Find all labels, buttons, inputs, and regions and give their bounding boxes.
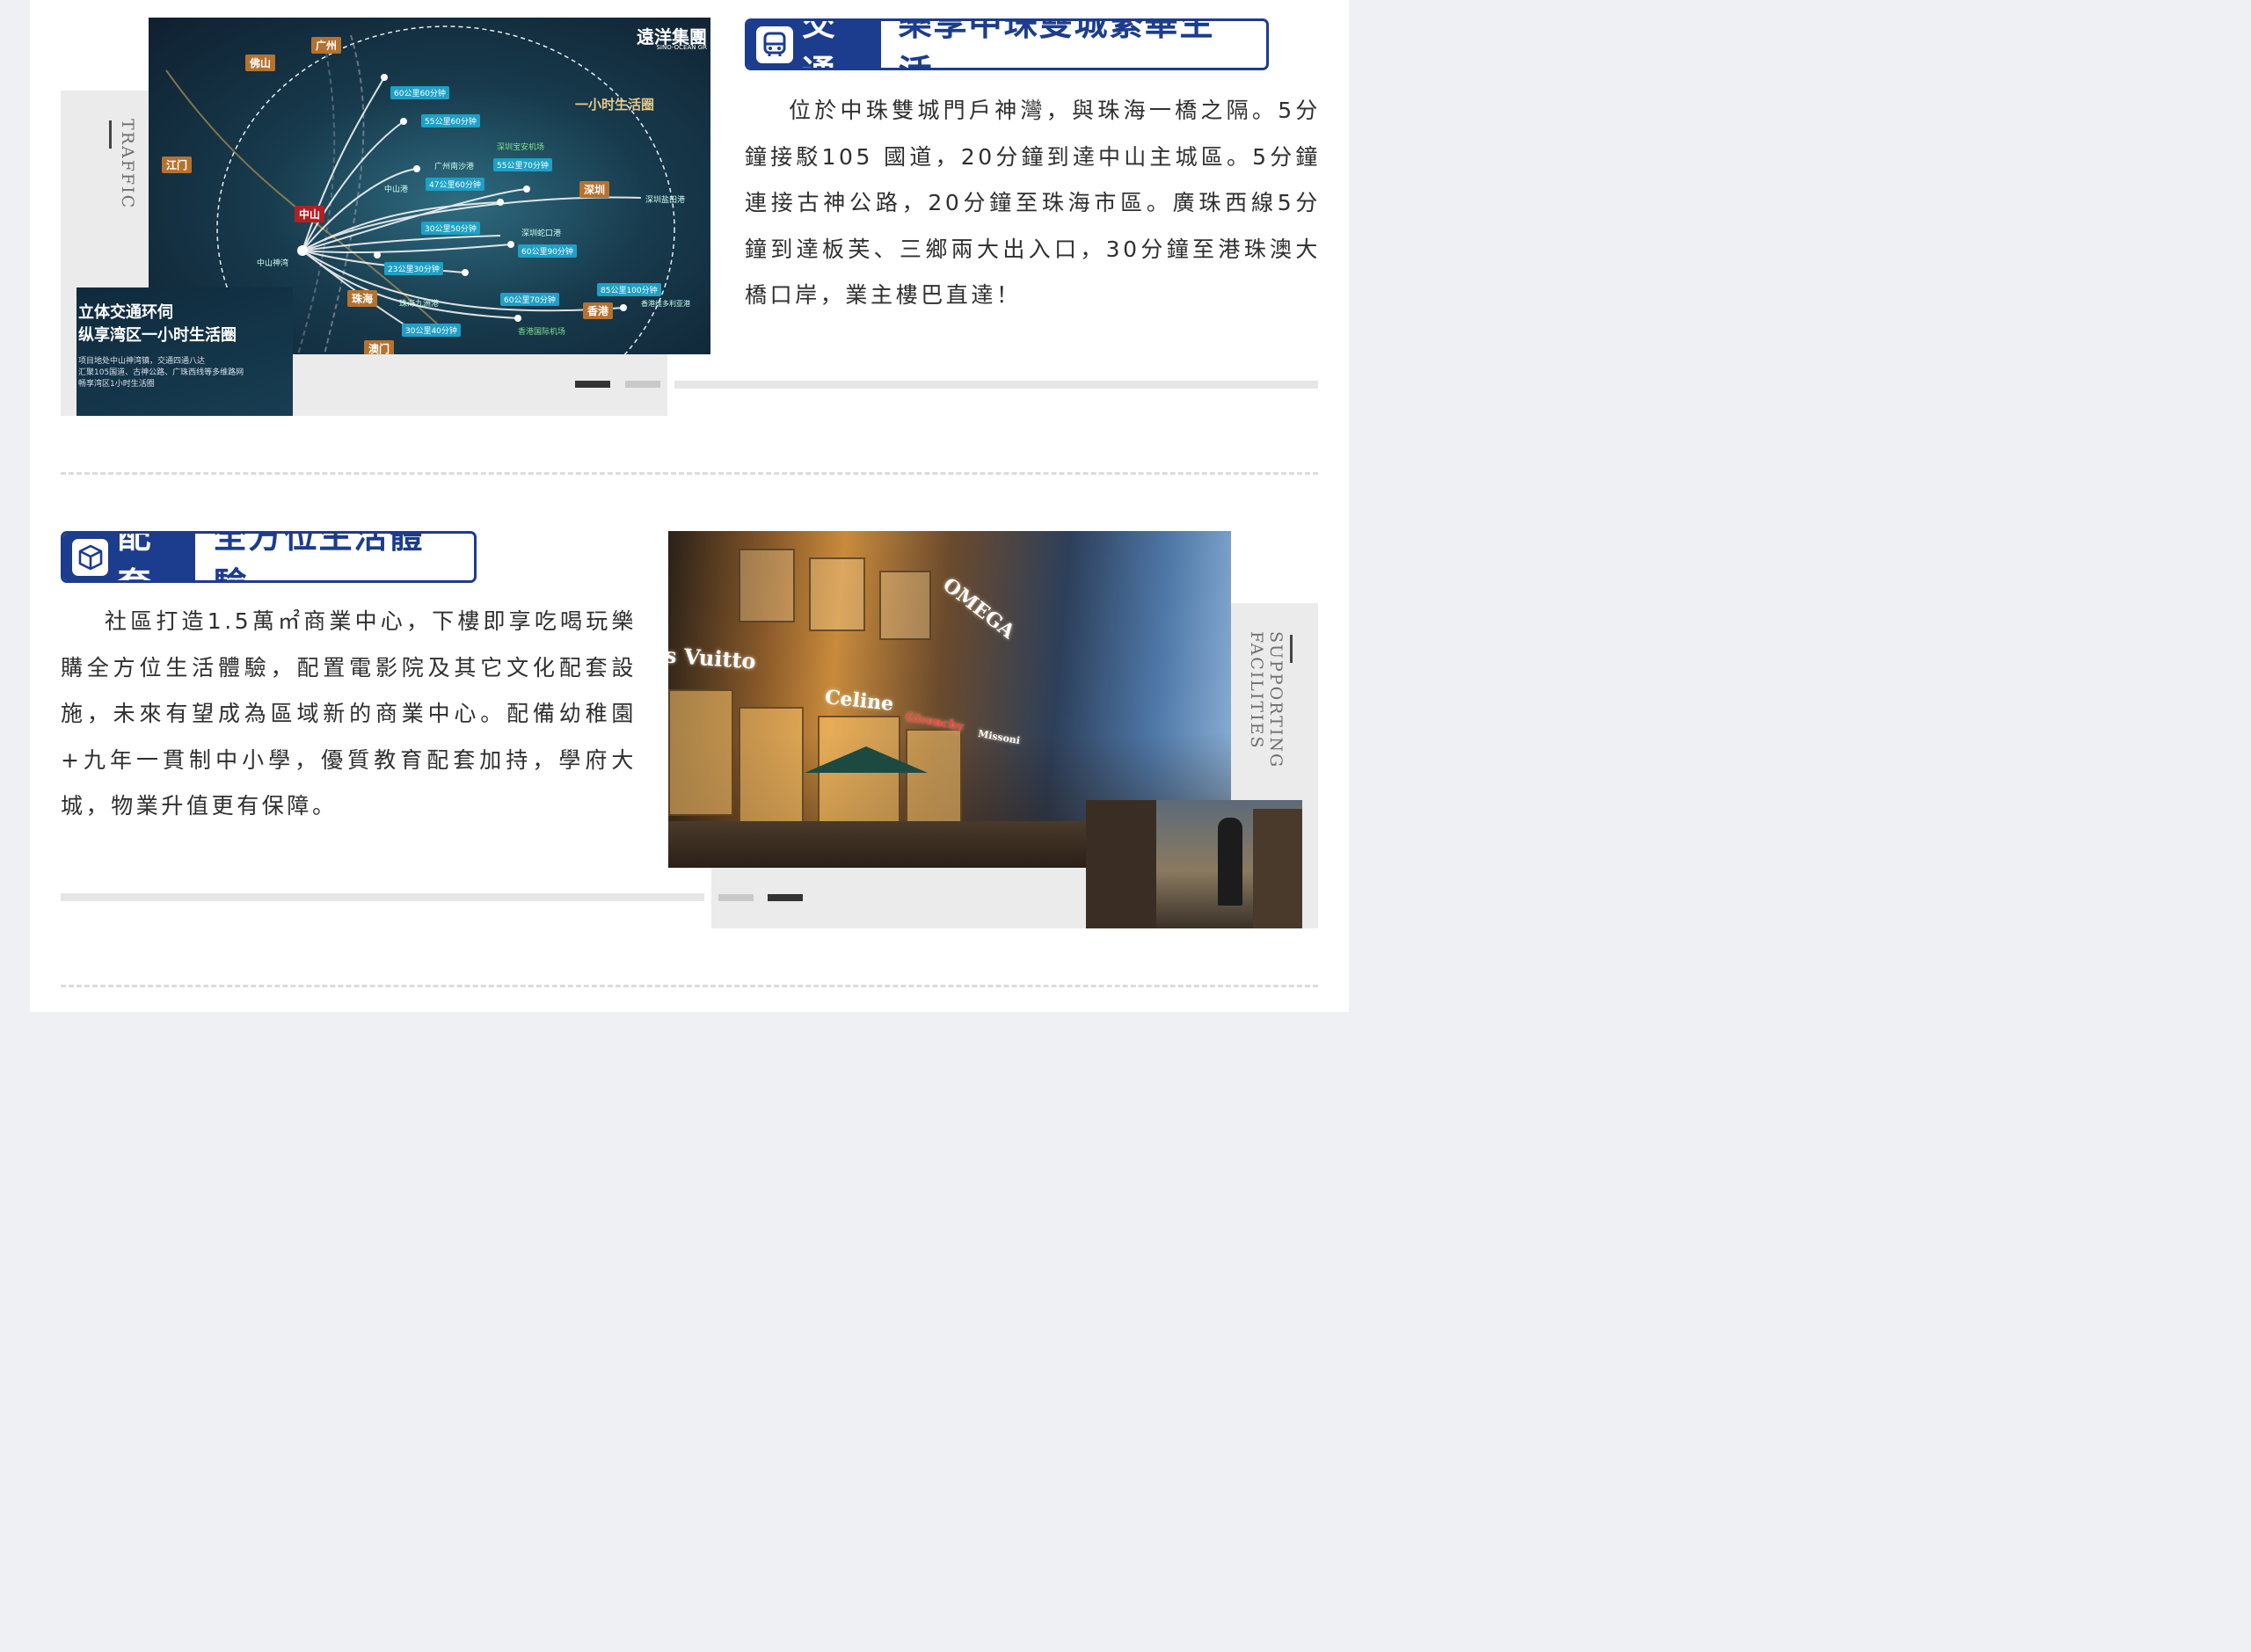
city-guangzhou: 广州 [311,37,342,54]
bus-icon [756,25,793,63]
traffic-body: 位於中珠雙城門戶神灣，與珠海一橋之隔。5分鐘接駁105 國道，20分鐘到達中山主… [745,98,1321,308]
traffic-side-label: TRAFFIC [118,119,137,210]
cube-icon [72,538,109,576]
inset-text-1: 项目地处中山神湾镇，交通四通八达 [78,357,206,366]
place-label: 香港国际机场 [518,328,566,337]
traffic-title: 樂享中珠雙城繁華生活 [898,18,1215,68]
supporting-side-label: SUPPORTING FACILITIES [1247,631,1286,769]
city-zhuhai: 珠海 [347,290,378,307]
time-pill: 30公里40分钟 [402,324,461,337]
circle-label: 一小时生活圈 [575,97,655,113]
supporting-tag-label: 配套 [117,531,151,580]
traffic-slide-dot-2[interactable] [625,381,660,388]
place-label: 广州南沙港 [434,163,475,171]
shop-window [879,571,931,640]
street-inset-photo[interactable] [1086,800,1302,928]
traffic-tag-label: 交通 [801,18,835,68]
city-foshan: 佛山 [245,55,276,71]
time-pill: 55公里70分钟 [493,158,552,171]
brand-sign-missoni: Missoni [977,727,1022,747]
place-label: 珠海九洲港 [399,300,440,309]
supporting-body: 社區打造1.5萬㎡商業中心，下樓即享吃喝玩樂購全方位生活體驗，配置電影院及其它文… [61,608,637,819]
brand-sign-celine: Celine [823,685,895,717]
shop-window [668,689,733,816]
supporting-slide-dot-2[interactable] [768,894,803,901]
time-pill: 60公里70分钟 [500,293,559,306]
inset-title-1: 立体交通环伺 [78,303,173,322]
supporting-label-tick [1290,635,1293,663]
city-macau: 澳门 [364,340,395,354]
street-building [1253,809,1302,928]
supporting-title: 全方位生活體驗 [213,531,425,580]
supporting-tag: 配套 [63,531,196,580]
city-jiangmen: 江门 [162,156,193,173]
time-pill: 85公里100分钟 [597,283,661,296]
traffic-header: 交通 樂享中珠雙城繁華生活 [745,18,1269,70]
traffic-label-tick [109,120,112,149]
city-hongkong: 香港 [583,302,614,319]
traffic-slide-dot-1[interactable] [575,381,610,388]
time-pill: 47公里60分钟 [426,178,484,191]
time-pill: 60公里90分钟 [518,244,577,258]
shop-window [906,729,962,829]
map-inset-card: 立体交通环伺 纵享湾区一小时生活圈 项目地处中山神湾镇，交通四通八达 汇聚105… [76,287,293,416]
city-shenzhen: 深圳 [579,181,610,198]
traffic-tag: 交通 [747,21,881,68]
supporting-header: 配套 全方位生活體驗 [61,531,477,583]
patio-umbrella [805,746,928,773]
place-label: 中山神湾 [257,259,289,268]
time-pill: 30公里50分钟 [421,222,480,235]
time-pill: 55公里60分钟 [421,114,480,127]
place-label: 香港维多利亚港 [641,300,690,308]
inset-text-2: 汇聚105国道、古神公路、广珠西线等多维路网 [78,368,244,377]
time-pill: 23公里30分钟 [384,262,443,275]
place-label: 深圳蛇口港 [521,229,562,238]
street-building [1086,800,1156,928]
brand-sign-vuitton: s Vuitto [668,642,757,674]
city-zhongshan: 中山 [295,206,325,222]
shop-window [739,707,804,825]
place-label: 深圳宝安机场 [497,143,545,152]
place-label: 深圳盐田港 [645,196,686,205]
page: TRAFFIC 遠洋集團 SINO-OCEAN GR 一小时生活圈 佛山 广州 … [30,0,1349,1012]
developer-logo-en: SINO-OCEAN GR [656,44,707,51]
section-separator [61,472,1318,475]
pedestrian [1218,818,1242,906]
traffic-divider-bar [674,381,1318,389]
time-pill: 60公里60分钟 [390,86,449,99]
shop-window [809,557,865,631]
brand-sign-omega: OMEGA [938,573,1019,644]
bottom-separator [61,985,1318,987]
shop-window [739,549,795,622]
place-label: 中山港 [384,186,409,194]
supporting-slide-dot-1[interactable] [718,894,754,901]
inset-text-3: 畅享湾区1小时生活圈 [78,380,155,389]
supporting-divider-bar [61,893,704,901]
inset-title-2: 纵享湾区一小时生活圈 [78,326,237,345]
